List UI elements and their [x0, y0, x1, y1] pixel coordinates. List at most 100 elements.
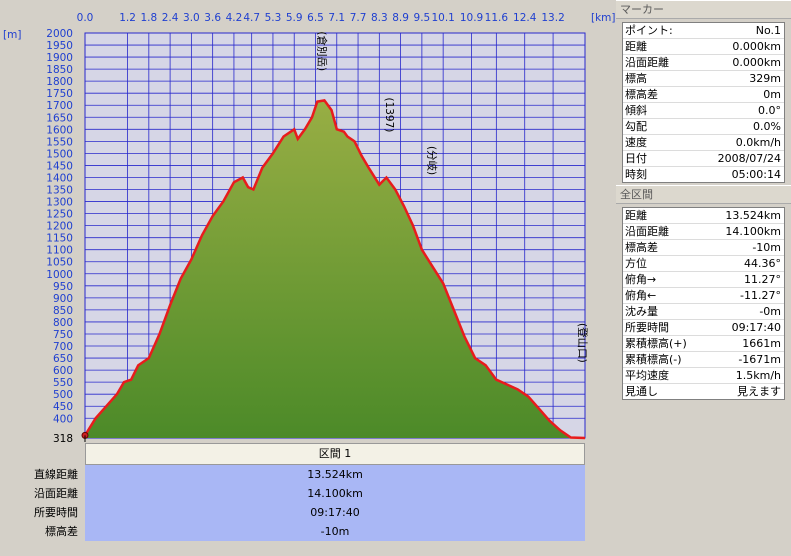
y-tick-label: 900: [53, 293, 73, 305]
info-row: 速度 0.0km/h: [623, 135, 784, 151]
info-row: 日付 2008/07/24: [623, 151, 784, 167]
info-value: 13.524km: [725, 209, 781, 222]
x-tick-label: 4.2: [226, 12, 243, 24]
info-label: 標高: [625, 72, 647, 85]
summary-row: 標高差 -10m: [0, 522, 590, 541]
section-summary: 直線距離 13.524km 沿面距離 14.100km 所要時間 09:17:40 標高差 -…: [0, 465, 590, 541]
x-tick-label: 11.6: [485, 12, 509, 24]
info-label: 見通し: [625, 385, 658, 398]
info-value: -11.27°: [740, 289, 781, 302]
info-row: 俯角→ 11.27°: [623, 272, 784, 288]
info-label: 沿面距離: [625, 56, 669, 69]
y-tick-label: 400: [53, 413, 73, 425]
info-value: 11.27°: [744, 273, 781, 286]
info-value: 14.100km: [725, 225, 781, 238]
info-value: 1661m: [742, 337, 781, 350]
y-tick-label: 650: [53, 353, 73, 365]
info-row: 沿面距離 14.100km: [623, 224, 784, 240]
info-value: 0.0km/h: [735, 136, 781, 149]
info-label: 沿面距離: [625, 225, 669, 238]
y-tick-label: 1950: [46, 40, 73, 52]
marker-table: ポイント: No.1 距離 0.000km 沿面距離 0.000km 標高 329m 標高差 0m…: [622, 22, 785, 183]
x-tick-label: 2.4: [162, 12, 179, 24]
info-value: 1.5km/h: [735, 369, 781, 382]
info-row: 距離 0.000km: [623, 39, 784, 55]
info-label: 標高差: [625, 241, 658, 254]
y-tick-label: 500: [53, 389, 73, 401]
y-tick-label: 1700: [46, 100, 73, 112]
y-tick-label: 700: [53, 341, 73, 353]
annotation-label: (登山口): [576, 323, 589, 363]
info-panel: マーカー ポイント: No.1 距離 0.000km 沿面距離 0.000km 標高 329m…: [616, 0, 791, 556]
x-tick-label: 8.9: [392, 12, 409, 24]
y-tick-label: 800: [53, 317, 73, 329]
info-label: 時刻: [625, 168, 647, 181]
section-header[interactable]: 区間 1: [85, 443, 585, 465]
y-tick-label: 1400: [46, 172, 73, 184]
y-tick-label: 1200: [46, 221, 73, 233]
x-tick-label: 0.0: [77, 12, 94, 24]
info-value: 見えます: [737, 385, 781, 398]
info-row: 沿面距離 0.000km: [623, 55, 784, 71]
summary-value: 09:17:40: [85, 503, 585, 522]
summary-label: 直線距離: [34, 468, 78, 481]
y-axis-min-label: 318: [53, 433, 73, 445]
x-tick-label: 1.2: [119, 12, 136, 24]
info-row: 見通し 見えます: [623, 384, 784, 399]
marker-panel-title: マーカー: [616, 0, 791, 19]
summary-row: 直線距離 13.524km: [0, 465, 590, 484]
start-marker[interactable]: [81, 431, 89, 442]
info-value: -0m: [759, 305, 781, 318]
info-row: 方位 44.36°: [623, 256, 784, 272]
info-label: 日付: [625, 152, 647, 165]
info-row: ポイント: No.1: [623, 23, 784, 39]
info-row: 傾斜 0.0°: [623, 103, 784, 119]
y-tick-label: 1750: [46, 88, 73, 100]
annotation-label: (分岐): [426, 146, 439, 175]
y-tick-label: 850: [53, 305, 73, 317]
y-tick-label: 1250: [46, 209, 73, 221]
y-tick-label: 1300: [46, 197, 73, 209]
x-tick-label: 3.6: [204, 12, 221, 24]
y-tick-label: 2000: [46, 28, 73, 40]
x-axis-unit: [km]: [591, 12, 616, 24]
info-value: 05:00:14: [731, 168, 781, 181]
info-value: 2008/07/24: [717, 152, 781, 165]
y-tick-label: 1650: [46, 112, 73, 124]
info-value: -1671m: [738, 353, 781, 366]
y-tick-label: 1050: [46, 257, 73, 269]
info-label: 俯角←: [625, 289, 657, 302]
y-tick-label: 1000: [46, 269, 73, 281]
y-tick-label: 550: [53, 377, 73, 389]
info-value: 09:17:40: [731, 321, 781, 334]
info-value: No.1: [755, 24, 781, 37]
info-value: 0.000km: [732, 56, 781, 69]
info-row: 距離 13.524km: [623, 208, 784, 224]
info-row: 標高差 -10m: [623, 240, 784, 256]
x-tick-label: 10.1: [431, 12, 454, 24]
info-row: 標高 329m: [623, 71, 784, 87]
y-tick-label: 1500: [46, 148, 73, 160]
elevation-profile-chart: 0.0 1.2 1.8 2.4 3.0 3.6 4.2 4.7 5.3 5.9 6.5 7.1 7.7 8…: [3, 12, 616, 445]
y-tick-label: 950: [53, 281, 73, 293]
all-section-table: 距離 13.524km 沿面距離 14.100km 標高差 -10m 方位 44.36° 俯角→…: [622, 207, 785, 400]
all-section-panel-title: 全区間: [616, 185, 791, 204]
info-value: 329m: [749, 72, 781, 85]
summary-label: 標高差: [45, 525, 78, 538]
x-tick-label: 1.8: [140, 12, 157, 24]
x-tick-label: 7.1: [328, 12, 345, 24]
y-axis-unit: [m]: [3, 29, 21, 41]
x-tick-label: 5.3: [265, 12, 282, 24]
info-label: 傾斜: [625, 104, 647, 117]
x-axis-ticks: 0.0 1.2 1.8 2.4 3.0 3.6 4.2 4.7 5.3 5.9 6.5 7.1 7.7 8…: [77, 12, 565, 24]
info-label: 平均速度: [625, 369, 669, 382]
info-value: -10m: [752, 241, 781, 254]
x-tick-label: 4.7: [243, 12, 260, 24]
info-label: 累積標高(+): [625, 337, 687, 350]
info-label: 距離: [625, 209, 647, 222]
x-tick-label: 12.4: [513, 12, 537, 24]
summary-label: 沿面距離: [34, 487, 78, 500]
y-tick-label: 750: [53, 329, 73, 341]
summary-row: 沿面距離 14.100km: [0, 484, 590, 503]
y-tick-label: 600: [53, 365, 73, 377]
